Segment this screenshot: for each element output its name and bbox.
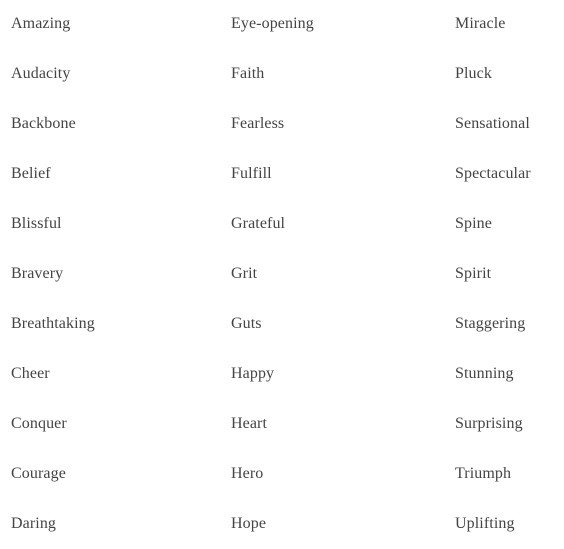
word-column-1: Amazing Audacity Backbone Belief Blissfu…	[0, 0, 224, 538]
word-item: Fulfill	[231, 165, 272, 182]
word-item: Staggering	[455, 315, 526, 332]
word-item: Breathtaking	[11, 315, 95, 332]
word-item: Conquer	[11, 415, 67, 432]
word-item: Cheer	[11, 365, 50, 382]
word-item: Spine	[455, 215, 492, 232]
word-list-grid: Amazing Audacity Backbone Belief Blissfu…	[0, 0, 564, 538]
word-item: Sensational	[455, 115, 530, 132]
word-item: Eye-opening	[231, 15, 314, 32]
word-item: Backbone	[11, 115, 76, 132]
word-item: Guts	[231, 315, 262, 332]
word-column-2: Eye-opening Faith Fearless Fulfill Grate…	[220, 0, 444, 538]
word-item: Belief	[11, 165, 51, 182]
word-item: Pluck	[455, 65, 492, 82]
word-item: Hope	[231, 515, 267, 532]
word-item: Blissful	[11, 215, 62, 232]
word-item: Bravery	[11, 265, 64, 282]
word-item: Spectacular	[455, 165, 531, 182]
word-item: Happy	[231, 365, 275, 382]
word-item: Heart	[231, 415, 268, 432]
word-item: Stunning	[455, 365, 514, 382]
word-item: Surprising	[455, 415, 523, 432]
word-item: Grateful	[231, 215, 286, 232]
word-item: Daring	[11, 515, 57, 532]
word-item: Grit	[231, 265, 258, 282]
word-item: Faith	[231, 65, 265, 82]
word-item: Courage	[11, 465, 66, 482]
word-item: Triumph	[455, 465, 512, 482]
word-item: Amazing	[11, 15, 71, 32]
word-item: Fearless	[231, 115, 285, 132]
word-column-3: Miracle Pluck Sensational Spectacular Sp…	[444, 0, 564, 538]
word-item: Uplifting	[455, 515, 515, 532]
word-item: Audacity	[11, 65, 71, 82]
word-item: Spirit	[455, 265, 492, 282]
word-item: Miracle	[455, 15, 506, 32]
word-item: Hero	[231, 465, 264, 482]
